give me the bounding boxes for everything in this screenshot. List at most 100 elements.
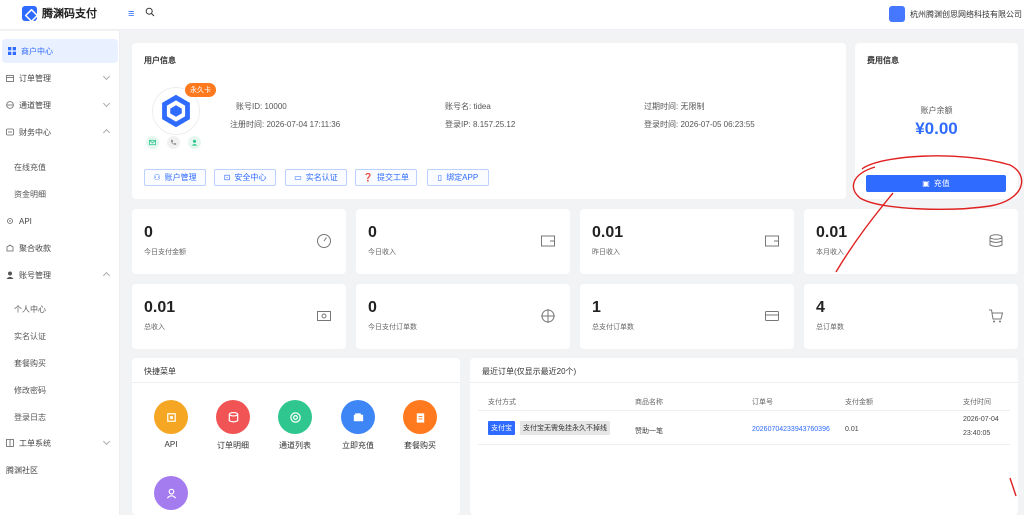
recharge-button[interactable]: ▣ 充值 <box>866 175 1006 192</box>
user-info-card: 用户信息 永久卡 账号ID: 10000 注册时间: 2026-07-04 17… <box>132 43 846 199</box>
id-card-icon: ▭ <box>294 173 302 182</box>
sidebar-item-label: 在线充值 <box>14 162 46 172</box>
payment-method-badge: 支付宝 <box>488 421 515 435</box>
search-icon[interactable] <box>145 7 155 17</box>
sidebar-item-finance-center[interactable]: 财务中心 <box>0 120 120 144</box>
user-info-title: 用户信息 <box>144 56 176 65</box>
balance-amount: ¥0.00 <box>915 119 958 138</box>
gauge-icon <box>317 234 331 248</box>
sidebar-item-fund-details[interactable]: 资金明细 <box>0 182 120 206</box>
database-icon <box>216 400 250 434</box>
user-icon <box>6 271 14 279</box>
chevron-up-icon <box>102 271 111 280</box>
sidebar-item-label: 实名认证 <box>14 331 46 341</box>
quick-menu-package-purchase[interactable]: 套餐购买 <box>395 400 445 451</box>
sidebar-item-online-recharge[interactable]: 在线充值 <box>0 155 120 179</box>
column-header-time: 支付时间 <box>963 399 991 406</box>
sidebar-item-package-purchase[interactable]: 套餐购买 <box>0 351 120 375</box>
stat-label: 总支付订单数 <box>592 324 634 331</box>
app-logo[interactable]: 腾渊码支付 <box>22 5 97 21</box>
sidebar-item-login-log[interactable]: 登录日志 <box>0 405 120 429</box>
recharge-label: 充值 <box>933 179 950 188</box>
sidebar-item-account-management[interactable]: 账号管理 <box>0 263 120 287</box>
bind-app-button[interactable]: ▯ 绑定APP <box>427 169 489 186</box>
email-icon[interactable] <box>146 136 159 149</box>
stat-label: 昨日收入 <box>592 249 620 256</box>
recent-orders-card: 最近订单(仅显示最近20个) 支付方式 商品名称 订单号 支付金额 支付时间 支… <box>470 358 1018 515</box>
sidebar-item-personal-center[interactable]: 个人中心 <box>0 297 120 321</box>
sidebar-item-label: 个人中心 <box>14 304 46 314</box>
sidebar-item-ticket-system[interactable]: 工单系统 <box>0 431 120 455</box>
quick-menu-profile[interactable] <box>146 476 196 510</box>
sidebar-item-label: 商户中心 <box>21 46 53 56</box>
stat-label: 今日收入 <box>368 249 396 256</box>
user-verified-icon[interactable] <box>188 136 201 149</box>
balance-label: 账户余额 <box>920 106 953 115</box>
account-name-label: 账号名: <box>445 102 472 111</box>
real-name-auth-button[interactable]: ▭ 实名认证 <box>285 169 347 186</box>
sidebar-item-real-name[interactable]: 实名认证 <box>0 324 120 348</box>
ticket-icon <box>6 439 14 447</box>
company-logo-icon <box>889 6 905 22</box>
chip-icon <box>154 400 188 434</box>
quick-menu-api[interactable]: API <box>146 400 196 449</box>
menu-toggle-icon[interactable]: ≡ <box>128 8 134 20</box>
chevron-down-icon <box>102 72 111 81</box>
sidebar-item-order-management[interactable]: 订单管理 <box>0 66 120 90</box>
product-name: 赞助一笔 <box>635 428 663 435</box>
phone-app-icon: ▯ <box>437 173 443 182</box>
button-label: 安全中心 <box>234 173 267 182</box>
stat-card-yesterday-income: 0.01 昨日收入 <box>580 209 794 274</box>
question-icon: ❓ <box>363 173 373 182</box>
finance-icon <box>6 128 14 136</box>
grid-icon <box>8 47 16 55</box>
expire-label: 过期时间: <box>644 102 679 111</box>
account-name-row: 账号名: tidea <box>445 101 491 112</box>
order-number-link[interactable]: 20260704233943760396 <box>752 426 830 433</box>
sidebar-item-label: 腾渊社区 <box>6 465 38 475</box>
phone-icon[interactable] <box>167 136 180 149</box>
quick-menu-label: 立即充值 <box>342 441 374 450</box>
expire-value: 无限制 <box>680 102 705 111</box>
account-management-button[interactable]: ⚇ 账户管理 <box>144 169 206 186</box>
account-name-value: tidea <box>473 102 491 111</box>
sidebar-item-community[interactable]: 腾渊社区 <box>0 458 120 482</box>
pay-amount: 0.01 <box>845 426 859 433</box>
api-icon <box>7 218 13 224</box>
stat-value: 4 <box>816 299 825 316</box>
stat-value: 0.01 <box>144 299 176 316</box>
quick-menu-order-details[interactable]: 订单明细 <box>208 400 258 451</box>
button-label: 账户管理 <box>164 173 197 182</box>
sidebar-item-merchant-center[interactable]: 商户中心 <box>2 39 118 63</box>
stat-value: 0 <box>368 299 377 316</box>
sidebar-item-label: 账号管理 <box>19 270 51 280</box>
lifebuoy-icon <box>278 400 312 434</box>
sidebar-item-change-password[interactable]: 修改密码 <box>0 378 120 402</box>
quick-menu-channel-list[interactable]: 通道列表 <box>270 400 320 451</box>
pay-time: 23:40:05 <box>963 430 991 437</box>
top-bar: 腾渊码支付 ≡ 杭州腾渊创思网络科技有限公司 <box>0 0 1024 30</box>
sidebar-item-label: 套餐购买 <box>14 358 46 368</box>
login-time-row: 登录时间: 2026-07-05 06:23:55 <box>644 119 755 130</box>
cart-icon <box>989 309 1004 323</box>
clipboard-icon <box>403 400 437 434</box>
aggregate-icon <box>6 244 14 252</box>
button-label: 实名认证 <box>305 173 338 182</box>
sidebar-item-aggregate-payment[interactable]: 聚合收款 <box>0 236 120 260</box>
sidebar-item-channel-management[interactable]: 通道管理 <box>0 93 120 117</box>
lock-icon: ⊡ <box>223 173 231 182</box>
sidebar-item-api[interactable]: API <box>0 209 120 233</box>
user-icon: ⚇ <box>153 173 161 182</box>
button-label: 绑定APP <box>446 173 479 182</box>
wallet-icon <box>541 235 555 247</box>
company-account[interactable]: 杭州腾渊创思网络科技有限公司 <box>889 6 1022 22</box>
logo-icon <box>22 5 37 21</box>
login-ip-row: 登录IP: 8.157.25.12 <box>445 119 515 130</box>
payment-method-note: 支付宝无需免挂永久不掉线 <box>520 421 610 435</box>
quick-menu-recharge-now[interactable]: 立即充值 <box>333 400 383 451</box>
submit-ticket-button[interactable]: ❓ 提交工单 <box>355 169 417 186</box>
order-icon <box>6 75 14 82</box>
sidebar-item-label: 资金明细 <box>14 189 46 199</box>
stat-card-total-pay-orders: 1 总支付订单数 <box>580 284 794 349</box>
security-center-button[interactable]: ⊡ 安全中心 <box>214 169 276 186</box>
